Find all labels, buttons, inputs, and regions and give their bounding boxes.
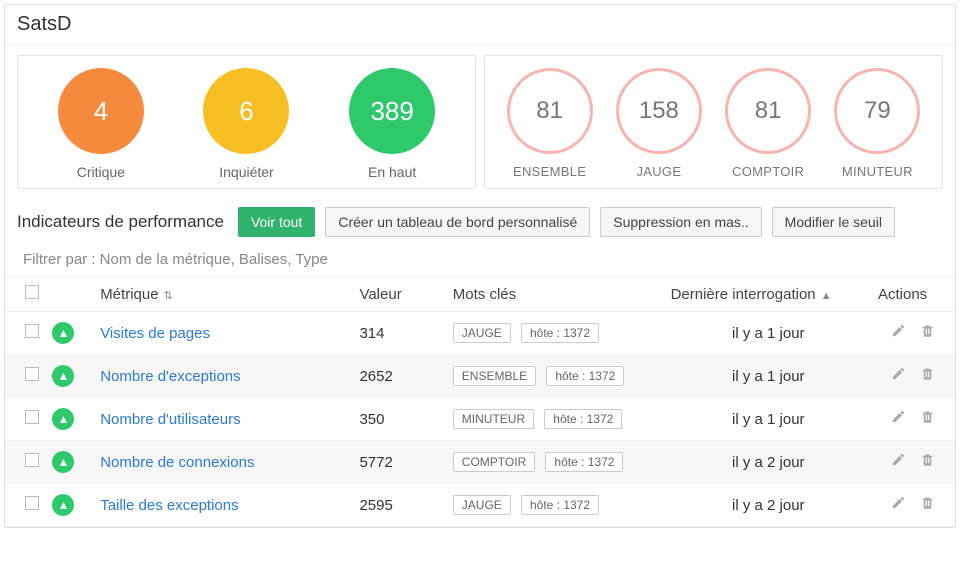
status-up-icon: ▲ xyxy=(52,451,74,473)
status-label: En haut xyxy=(368,164,416,180)
type-stat[interactable]: 81 COMPTOIR xyxy=(725,68,811,179)
edit-icon[interactable] xyxy=(891,452,906,472)
table-row: ▲ Nombre d'utilisateurs 350 MINUTEUR hôt… xyxy=(5,398,955,441)
type-tag[interactable]: MINUTEUR xyxy=(453,409,534,429)
metric-link[interactable]: Nombre d'exceptions xyxy=(100,368,240,385)
metric-link[interactable]: Nombre de connexions xyxy=(100,454,254,471)
row-checkbox[interactable] xyxy=(25,453,39,467)
status-panel: 4 Critique 6 Inquiéter 389 En haut xyxy=(17,55,476,189)
metric-link[interactable]: Taille des exceptions xyxy=(100,497,238,514)
select-all-checkbox[interactable] xyxy=(25,285,39,299)
metric-value: 350 xyxy=(353,398,446,441)
metrics-table: Métrique ⇅ Valeur Mots clés Dernière int… xyxy=(5,276,955,527)
last-polled: il y a 2 jour xyxy=(665,484,872,527)
metric-link[interactable]: Visites de pages xyxy=(100,325,210,342)
row-checkbox[interactable] xyxy=(25,367,39,381)
sort-asc-icon: ▲ xyxy=(818,290,832,302)
edit-threshold-button[interactable]: Modifier le seuil xyxy=(772,207,895,237)
delete-icon[interactable] xyxy=(920,409,935,429)
metric-link[interactable]: Nombre d'utilisateurs xyxy=(100,411,240,428)
edit-icon[interactable] xyxy=(891,366,906,386)
last-polled: il y a 1 jour xyxy=(665,312,872,355)
metric-value: 5772 xyxy=(353,441,446,484)
header-tags[interactable]: Mots clés xyxy=(447,277,665,312)
last-polled: il y a 1 jour xyxy=(665,355,872,398)
table-row: ▲ Nombre de connexions 5772 COMPTOIR hôt… xyxy=(5,441,955,484)
toolbar: Indicateurs de performance Voir tout Cré… xyxy=(5,199,955,245)
host-tag[interactable]: hôte : 1372 xyxy=(546,366,624,386)
summary-panels: 4 Critique 6 Inquiéter 389 En haut 81 ENSEMBLE… xyxy=(5,45,955,199)
row-checkbox[interactable] xyxy=(25,496,39,510)
type-stat[interactable]: 79 MINUTEUR xyxy=(834,68,920,179)
last-polled: il y a 2 jour xyxy=(665,441,872,484)
table-row: ▲ Visites de pages 314 JAUGE hôte : 1372… xyxy=(5,312,955,355)
edit-icon[interactable] xyxy=(891,323,906,343)
type-tag[interactable]: ENSEMBLE xyxy=(453,366,536,386)
delete-icon[interactable] xyxy=(920,366,935,386)
table-row: ▲ Taille des exceptions 2595 JAUGE hôte … xyxy=(5,484,955,527)
type-label: COMPTOIR xyxy=(732,164,804,179)
row-checkbox[interactable] xyxy=(25,410,39,424)
row-checkbox[interactable] xyxy=(25,324,39,338)
page-title: SatsD xyxy=(5,5,955,45)
toolbar-title: Indicateurs de performance xyxy=(17,212,224,232)
status-up-icon: ▲ xyxy=(52,322,74,344)
edit-icon[interactable] xyxy=(891,495,906,515)
metric-value: 2652 xyxy=(353,355,446,398)
type-panel: 81 ENSEMBLE 158 JAUGE 81 COMPTOIR 79 MINUTEUR xyxy=(484,55,943,189)
type-label: JAUGE xyxy=(636,164,681,179)
header-value[interactable]: Valeur xyxy=(353,277,446,312)
header-last[interactable]: Dernière interrogation ▲ xyxy=(665,277,872,312)
status-circle: 4 xyxy=(58,68,144,154)
status-stat[interactable]: 389 En haut xyxy=(349,68,435,180)
type-circle: 81 xyxy=(507,68,593,154)
bulk-delete-button[interactable]: Suppression en mas.. xyxy=(600,207,761,237)
create-dashboard-button[interactable]: Créer un tableau de bord personnalisé xyxy=(325,207,590,237)
header-actions: Actions xyxy=(872,277,955,312)
type-tag[interactable]: JAUGE xyxy=(453,323,511,343)
app-frame: SatsD 4 Critique 6 Inquiéter 389 En haut 81 EN… xyxy=(4,4,956,528)
type-label: ENSEMBLE xyxy=(513,164,586,179)
status-up-icon: ▲ xyxy=(52,408,74,430)
sort-icon: ⇅ xyxy=(161,290,173,302)
type-tag[interactable]: JAUGE xyxy=(453,495,511,515)
delete-icon[interactable] xyxy=(920,495,935,515)
status-up-icon: ▲ xyxy=(52,365,74,387)
status-circle: 6 xyxy=(203,68,289,154)
last-polled: il y a 1 jour xyxy=(665,398,872,441)
status-stat[interactable]: 6 Inquiéter xyxy=(203,68,289,180)
type-circle: 79 xyxy=(834,68,920,154)
view-all-button[interactable]: Voir tout xyxy=(238,207,315,237)
table-row: ▲ Nombre d'exceptions 2652 ENSEMBLE hôte… xyxy=(5,355,955,398)
status-label: Critique xyxy=(77,164,125,180)
filter-hint[interactable]: Filtrer par : Nom de la métrique, Balise… xyxy=(5,245,955,276)
status-stat[interactable]: 4 Critique xyxy=(58,68,144,180)
status-up-icon: ▲ xyxy=(52,494,74,516)
delete-icon[interactable] xyxy=(920,323,935,343)
host-tag[interactable]: hôte : 1372 xyxy=(544,409,622,429)
type-circle: 81 xyxy=(725,68,811,154)
status-circle: 389 xyxy=(349,68,435,154)
status-label: Inquiéter xyxy=(219,164,273,180)
host-tag[interactable]: hôte : 1372 xyxy=(545,452,623,472)
type-tag[interactable]: COMPTOIR xyxy=(453,452,535,472)
type-label: MINUTEUR xyxy=(842,164,913,179)
type-stat[interactable]: 158 JAUGE xyxy=(616,68,702,179)
host-tag[interactable]: hôte : 1372 xyxy=(521,495,599,515)
edit-icon[interactable] xyxy=(891,409,906,429)
host-tag[interactable]: hôte : 1372 xyxy=(521,323,599,343)
header-metric[interactable]: Métrique ⇅ xyxy=(94,277,353,312)
metric-value: 2595 xyxy=(353,484,446,527)
metric-value: 314 xyxy=(353,312,446,355)
delete-icon[interactable] xyxy=(920,452,935,472)
type-circle: 158 xyxy=(616,68,702,154)
type-stat[interactable]: 81 ENSEMBLE xyxy=(507,68,593,179)
